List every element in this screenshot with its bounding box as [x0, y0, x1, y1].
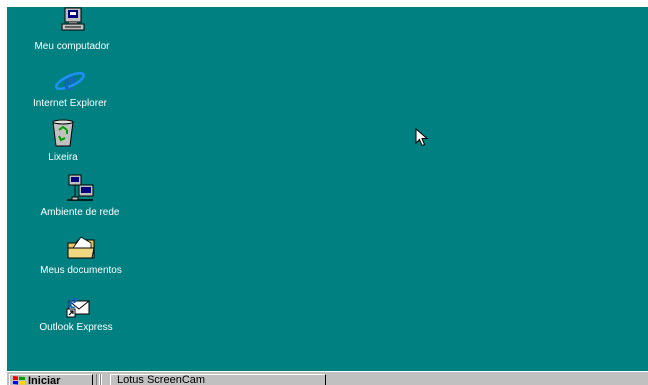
start-button-label: Iniciar	[28, 374, 61, 385]
my-computer-icon	[61, 7, 85, 31]
taskbar: Iniciar Lotus ScreenCam	[7, 371, 648, 385]
quick-launch-handle[interactable]	[96, 374, 102, 385]
desktop-icon-label: Outlook Express	[39, 322, 113, 333]
internet-explorer-icon: e	[54, 66, 86, 96]
desktop[interactable]: Meu computador e Internet Explorer Lixei…	[7, 7, 648, 371]
desktop-icon-label: Meus documentos	[40, 265, 122, 276]
desktop-icon-network[interactable]: Ambiente de rede	[10, 173, 150, 219]
mouse-pointer-icon	[415, 128, 429, 147]
recycle-bin-icon	[52, 119, 74, 147]
desktop-icon-my-documents[interactable]: Meus documentos	[11, 231, 151, 277]
desktop-icon-label: Lixeira	[48, 152, 78, 163]
taskbar-button-label: Lotus ScreenCam	[117, 374, 206, 385]
desktop-icon-my-computer[interactable]: Meu computador	[7, 7, 142, 53]
desktop-icon-internet-explorer[interactable]: e Internet Explorer	[7, 64, 140, 110]
my-documents-icon	[67, 236, 95, 259]
taskbar-button-lotus-screencam[interactable]: Lotus ScreenCam	[110, 374, 326, 385]
start-button[interactable]: Iniciar	[9, 374, 93, 385]
svg-text:e: e	[64, 66, 76, 96]
windows-logo-icon	[13, 376, 25, 385]
network-neighborhood-icon	[67, 174, 94, 201]
desktop-icon-outlook-express[interactable]: e Outlook Express	[7, 288, 146, 334]
desktop-icon-label: Ambiente de rede	[40, 207, 120, 218]
desktop-icon-label: Meu computador	[34, 41, 110, 52]
outlook-express-icon: e	[66, 288, 90, 318]
desktop-icon-recycle-bin[interactable]: Lixeira	[7, 118, 133, 164]
desktop-icon-label: Internet Explorer	[33, 98, 107, 109]
